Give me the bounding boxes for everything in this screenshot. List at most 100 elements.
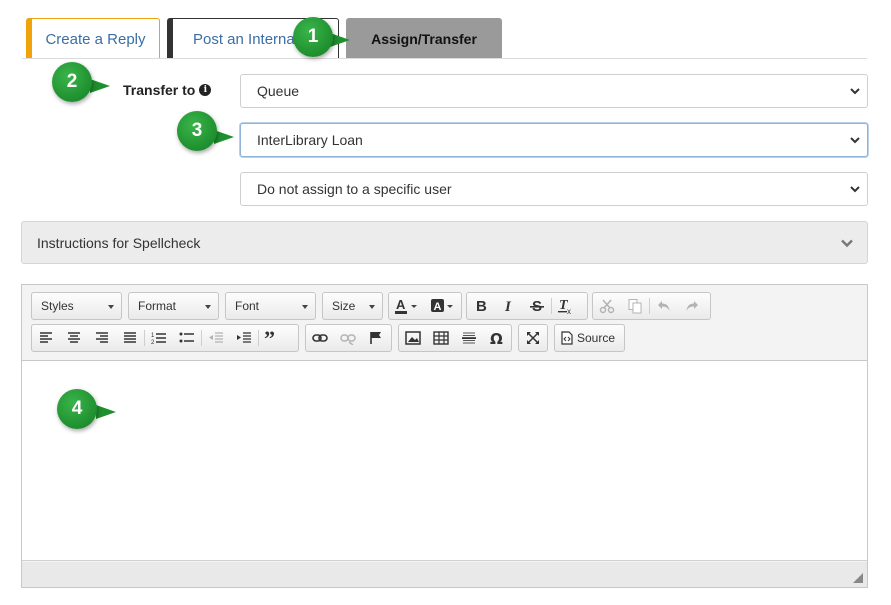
svg-text:1: 1 (151, 333, 155, 339)
background-color-button[interactable]: A (425, 293, 461, 319)
maximize-button[interactable] (519, 325, 547, 351)
remove-format-button[interactable]: Tx (552, 293, 580, 319)
align-right-icon (96, 332, 108, 343)
callout-pointer (330, 33, 350, 47)
callout-pointer (214, 130, 234, 144)
svg-text:I: I (504, 299, 512, 314)
styles-combo[interactable]: Styles (31, 292, 122, 320)
align-left-button[interactable] (32, 325, 60, 351)
anchor-button[interactable] (362, 325, 390, 351)
spellcheck-instructions-accordion[interactable]: Instructions for Spellcheck (21, 221, 868, 264)
caret-down-icon (302, 305, 308, 309)
svg-text:Ω: Ω (490, 330, 503, 346)
editor-status-bar (22, 562, 867, 587)
align-right-button[interactable] (88, 325, 116, 351)
italic-icon: I (504, 299, 512, 314)
svg-text:A: A (434, 301, 442, 313)
bold-button[interactable]: B (467, 293, 495, 319)
chevron-down-icon (850, 88, 860, 95)
callout-badge-1: 1 (293, 17, 333, 57)
redo-button[interactable] (678, 293, 706, 319)
tab-label: Assign/Transfer (371, 31, 477, 47)
chevron-down-icon (850, 137, 860, 144)
queue-select[interactable]: Queue (240, 74, 868, 108)
maximize-icon (527, 332, 539, 344)
size-combo-label: Size (332, 299, 356, 313)
numbered-list-button[interactable]: 12 (145, 325, 173, 351)
link-button[interactable] (306, 325, 334, 351)
quote-icon: ” (264, 331, 275, 345)
basic-styles-group: B I S Tx (466, 292, 588, 320)
strikethrough-button[interactable]: S (523, 293, 551, 319)
text-color-icon: A (395, 297, 417, 314)
editor-content-area[interactable] (22, 361, 867, 561)
align-center-icon (68, 332, 80, 343)
callout-pointer (90, 79, 110, 93)
strikethrough-icon: S (530, 298, 544, 314)
callout-badge-4: 4 (57, 389, 97, 429)
insert-group: Ω (398, 324, 512, 352)
tab-bar: Create a Reply Post an Internal Assign/T… (0, 0, 891, 60)
remove-format-icon: Tx (558, 298, 571, 315)
tab-create-reply[interactable]: Create a Reply (26, 18, 160, 59)
svg-text:”: ” (264, 331, 275, 345)
copy-button[interactable] (621, 293, 649, 319)
bulleted-list-icon (179, 332, 194, 343)
undo-icon (658, 301, 670, 311)
bulleted-list-button[interactable] (173, 325, 201, 351)
clipboard-group (592, 292, 711, 320)
editor-toolbar: Styles Format Font Size A A B I T x 1 2 … (22, 285, 867, 361)
font-combo[interactable]: Font (225, 292, 316, 320)
blockquote-button[interactable]: ” (259, 325, 287, 351)
tab-label: Post an Internal (193, 30, 299, 48)
transfer-target-select[interactable]: InterLibrary Loan (240, 123, 868, 157)
chevron-down-icon (850, 186, 860, 193)
resize-handle-icon[interactable] (853, 573, 863, 583)
color-group: A A (388, 292, 462, 320)
tab-divider (22, 58, 867, 59)
special-character-button[interactable]: Ω (483, 325, 511, 351)
align-justify-icon (124, 332, 136, 343)
svg-text:x: x (567, 307, 571, 315)
transfer-to-label: Transfer to i (123, 82, 212, 98)
info-icon[interactable]: i (199, 84, 212, 96)
indent-icon (237, 332, 251, 343)
increase-indent-button[interactable] (230, 325, 258, 351)
cut-button[interactable] (593, 293, 621, 319)
format-combo[interactable]: Format (128, 292, 219, 320)
link-icon (312, 334, 328, 342)
styles-combo-label: Styles (41, 299, 74, 313)
source-label: Source (577, 331, 616, 345)
horizontal-line-button[interactable] (455, 325, 483, 351)
callout-badge-3: 3 (177, 111, 217, 151)
queue-select-value: Queue (257, 83, 300, 99)
size-combo[interactable]: Size (322, 292, 383, 320)
transfer-label-text: Transfer to (123, 82, 196, 98)
caret-down-icon (205, 305, 211, 309)
chevron-down-icon (841, 239, 853, 248)
justify-button[interactable] (116, 325, 144, 351)
decrease-indent-button[interactable] (202, 325, 230, 351)
align-left-icon (40, 332, 52, 343)
paragraph-group: 12 ” (31, 324, 299, 352)
align-center-button[interactable] (60, 325, 88, 351)
omega-icon: Ω (490, 330, 503, 346)
caret-down-icon (369, 305, 375, 309)
undo-button[interactable] (650, 293, 678, 319)
unlink-button[interactable] (334, 325, 362, 351)
source-button[interactable]: Source (561, 331, 615, 345)
caret-down-icon (108, 305, 114, 309)
assign-user-select[interactable]: Do not assign to a specific user (240, 172, 868, 206)
image-button[interactable] (399, 325, 427, 351)
redo-icon (686, 301, 698, 311)
tab-assign-transfer[interactable]: Assign/Transfer (346, 18, 502, 59)
copy-icon (628, 299, 642, 314)
horizontal-rule-icon (462, 332, 476, 344)
scissors-icon (599, 299, 615, 314)
italic-button[interactable]: I (495, 293, 523, 319)
table-icon (433, 331, 449, 345)
unlink-icon (340, 334, 356, 345)
flag-icon (370, 332, 381, 344)
text-color-button[interactable]: A (389, 293, 425, 319)
table-button[interactable] (427, 325, 455, 351)
